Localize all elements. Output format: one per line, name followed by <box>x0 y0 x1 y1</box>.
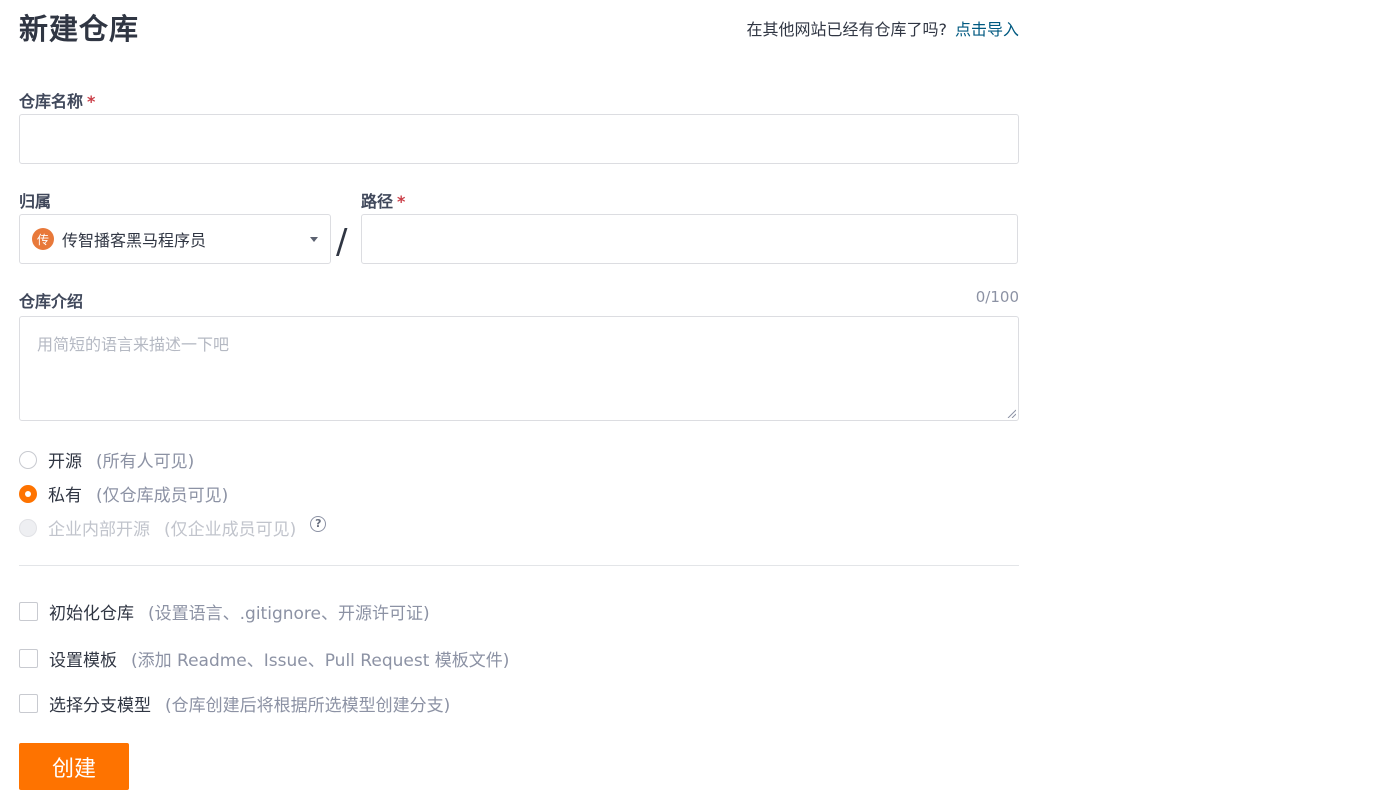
import-link[interactable]: 点击导入 <box>955 20 1019 39</box>
question-circle-icon[interactable]: ? <box>310 515 327 532</box>
option-hint: (仓库创建后将根据所选模型创建分支) <box>165 696 451 716</box>
visibility-label: 企业内部开源 <box>48 520 150 540</box>
required-mark: * <box>87 92 96 111</box>
radio-private[interactable] <box>19 484 37 503</box>
option-hint: (添加 Readme、Issue、Pull Request 模板文件) <box>131 651 510 671</box>
path-label: 路径 * <box>361 188 405 212</box>
path-label-text: 路径 <box>361 192 394 211</box>
new-repository-page: 新建仓库 在其他网站已经有仓库了吗? 点击导入 仓库名称 * 归属 路径 * 传 传智… <box>0 0 1381 799</box>
create-button[interactable]: 创建 <box>19 743 129 790</box>
radio-internal <box>19 518 37 537</box>
checkbox-set-template[interactable] <box>19 649 38 668</box>
import-hint: 在其他网站已经有仓库了吗? 点击导入 <box>746 16 1019 40</box>
option-hint: (设置语言、.gitignore、开源许可证) <box>148 604 430 624</box>
option-branch-model[interactable]: 选择分支模型 (仓库创建后将根据所选模型创建分支) <box>19 691 450 716</box>
repo-name-label: 仓库名称 * <box>19 88 95 112</box>
checkbox-branch-model[interactable] <box>19 694 38 713</box>
page-title: 新建仓库 <box>19 12 140 46</box>
description-textarea[interactable]: 用简短的语言来描述一下吧 <box>19 316 1019 421</box>
visibility-hint: (仅企业成员可见) <box>164 520 297 540</box>
import-hint-text: 在其他网站已经有仓库了吗? <box>746 20 947 39</box>
description-label: 仓库介绍 <box>19 292 84 311</box>
description-placeholder: 用简短的语言来描述一下吧 <box>37 335 230 354</box>
option-init-repo[interactable]: 初始化仓库 (设置语言、.gitignore、开源许可证) <box>19 599 430 624</box>
path-separator: / <box>336 222 348 262</box>
path-input[interactable] <box>361 214 1018 264</box>
option-label: 初始化仓库 <box>49 604 134 624</box>
repo-name-input[interactable] <box>19 114 1019 164</box>
option-label: 设置模板 <box>49 651 117 671</box>
checkbox-init-repo[interactable] <box>19 602 38 621</box>
owner-label: 归属 <box>19 192 52 211</box>
chevron-down-icon <box>310 237 318 242</box>
owner-select[interactable]: 传 传智播客黑马程序员 <box>19 214 331 264</box>
description-counter: 0/100 <box>975 288 1019 306</box>
radio-public[interactable] <box>19 450 37 469</box>
visibility-label: 私有 <box>48 486 82 506</box>
visibility-option-public[interactable]: 开源 (所有人可见) <box>19 447 194 472</box>
visibility-hint: (所有人可见) <box>96 452 195 472</box>
visibility-option-internal: 企业内部开源 (仅企业成员可见) ? <box>19 515 327 540</box>
visibility-hint: (仅仓库成员可见) <box>96 486 229 506</box>
owner-name: 传智播客黑马程序员 <box>62 231 207 250</box>
visibility-option-private[interactable]: 私有 (仅仓库成员可见) <box>19 481 228 506</box>
option-set-template[interactable]: 设置模板 (添加 Readme、Issue、Pull Request 模板文件) <box>19 646 509 671</box>
required-mark: * <box>397 192 406 211</box>
divider <box>19 565 1019 566</box>
owner-avatar: 传 <box>32 228 54 250</box>
option-label: 选择分支模型 <box>49 696 151 716</box>
resize-grip-icon[interactable] <box>1006 408 1016 418</box>
repo-name-label-text: 仓库名称 <box>19 92 84 111</box>
visibility-label: 开源 <box>48 452 82 472</box>
